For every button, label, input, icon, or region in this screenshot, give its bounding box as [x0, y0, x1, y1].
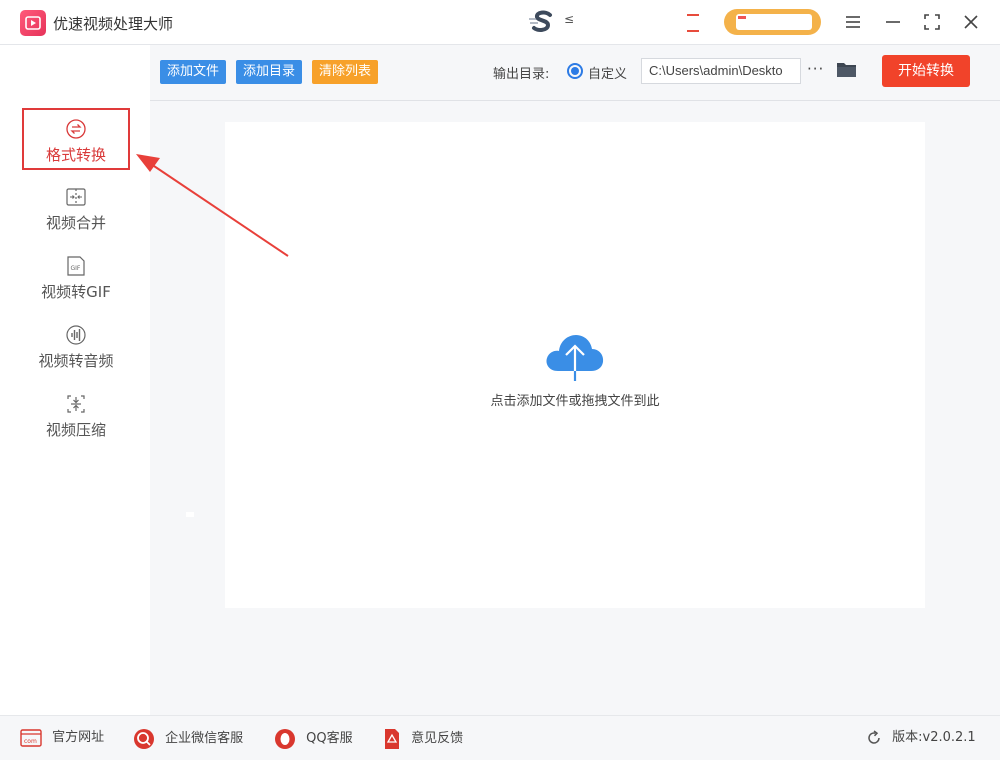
sidebar-item-video-compress[interactable]: 视频压缩 — [22, 385, 130, 447]
folder-icon[interactable] — [836, 61, 858, 83]
add-directory-button[interactable]: 添加目录 — [236, 60, 303, 84]
svg-text:GIF: GIF — [71, 265, 81, 272]
feedback-link[interactable]: 意见反馈 — [383, 728, 464, 749]
sidebar-item-format-convert[interactable]: 格式转换 — [22, 108, 130, 170]
sidebar-item-label: 视频转GIF — [41, 283, 111, 301]
wechat-support-link[interactable]: 企业微信客服 — [133, 728, 244, 749]
refresh-icon — [868, 729, 880, 744]
minimize-icon[interactable] — [881, 10, 905, 34]
format-convert-icon — [66, 119, 86, 139]
app-window: 优速视频处理大师 ≤ 格式转换 视频合并 GIF 视频转GIF 视频转音频 视频… — [0, 0, 1000, 760]
close-icon[interactable] — [959, 10, 983, 34]
account-pill[interactable] — [724, 9, 821, 35]
audio-icon — [66, 325, 86, 345]
qq-icon — [275, 729, 295, 749]
start-convert-button[interactable]: 开始转换 — [882, 55, 970, 87]
custom-dir-radio[interactable] — [567, 63, 583, 79]
decorative-mark — [186, 512, 194, 517]
sidebar: 格式转换 视频合并 GIF 视频转GIF 视频转音频 视频压缩 — [0, 45, 150, 715]
app-title: 优速视频处理大师 — [53, 15, 174, 33]
brand-logo-icon — [528, 10, 556, 34]
compress-icon — [67, 395, 85, 413]
website-label: 官方网址 — [52, 730, 105, 745]
sidebar-item-video-to-audio[interactable]: 视频转音频 — [22, 316, 130, 378]
version-label: 版本:v2.0.2.1 — [892, 730, 976, 745]
official-website-link[interactable]: com 官方网址 — [20, 728, 104, 748]
custom-dir-label[interactable]: 自定义 — [588, 63, 627, 82]
add-file-button[interactable]: 添加文件 — [160, 60, 227, 84]
more-options-button[interactable]: ··· — [807, 60, 824, 78]
sidebar-item-video-to-gif[interactable]: GIF 视频转GIF — [22, 247, 130, 309]
wechat-icon — [134, 729, 154, 749]
app-logo-icon — [20, 10, 46, 36]
maximize-icon[interactable] — [920, 10, 944, 34]
website-icon: com — [20, 729, 42, 747]
qq-label: QQ客服 — [306, 731, 353, 746]
status-bar: com 官方网址 企业微信客服 QQ客服 意见反馈 版本:v2.0.2.1 — [0, 715, 1000, 760]
notification-icon[interactable] — [687, 14, 699, 32]
brand-text: ≤ — [564, 12, 575, 26]
file-drop-zone[interactable]: 点击添加文件或拖拽文件到此 — [225, 122, 925, 608]
cloud-upload-icon — [546, 335, 604, 381]
drop-hint-text: 点击添加文件或拖拽文件到此 — [490, 394, 660, 409]
sidebar-item-label: 格式转换 — [45, 146, 106, 164]
feedback-icon — [385, 729, 399, 749]
feedback-label: 意见反馈 — [411, 731, 464, 746]
wechat-label: 企业微信客服 — [165, 731, 244, 746]
merge-icon — [66, 188, 86, 206]
menu-icon[interactable] — [841, 10, 865, 34]
sidebar-item-video-merge[interactable]: 视频合并 — [22, 178, 130, 240]
sidebar-item-label: 视频合并 — [45, 214, 106, 232]
title-bar: 优速视频处理大师 ≤ — [0, 0, 1000, 45]
sidebar-item-label: 视频转音频 — [38, 352, 114, 370]
svg-text:com: com — [24, 738, 37, 745]
sidebar-item-label: 视频压缩 — [45, 421, 106, 439]
gif-icon: GIF — [67, 256, 85, 276]
output-dir-label: 输出目录: — [493, 67, 550, 82]
output-path-field[interactable]: C:\Users\admin\Deskto — [641, 58, 801, 84]
version-info[interactable]: 版本:v2.0.2.1 — [866, 728, 976, 748]
qq-support-link[interactable]: QQ客服 — [274, 728, 353, 749]
toolbar: 添加文件 添加目录 清除列表 输出目录: 自定义 C:\Users\admin\… — [150, 45, 1000, 101]
clear-list-button[interactable]: 清除列表 — [312, 60, 379, 84]
